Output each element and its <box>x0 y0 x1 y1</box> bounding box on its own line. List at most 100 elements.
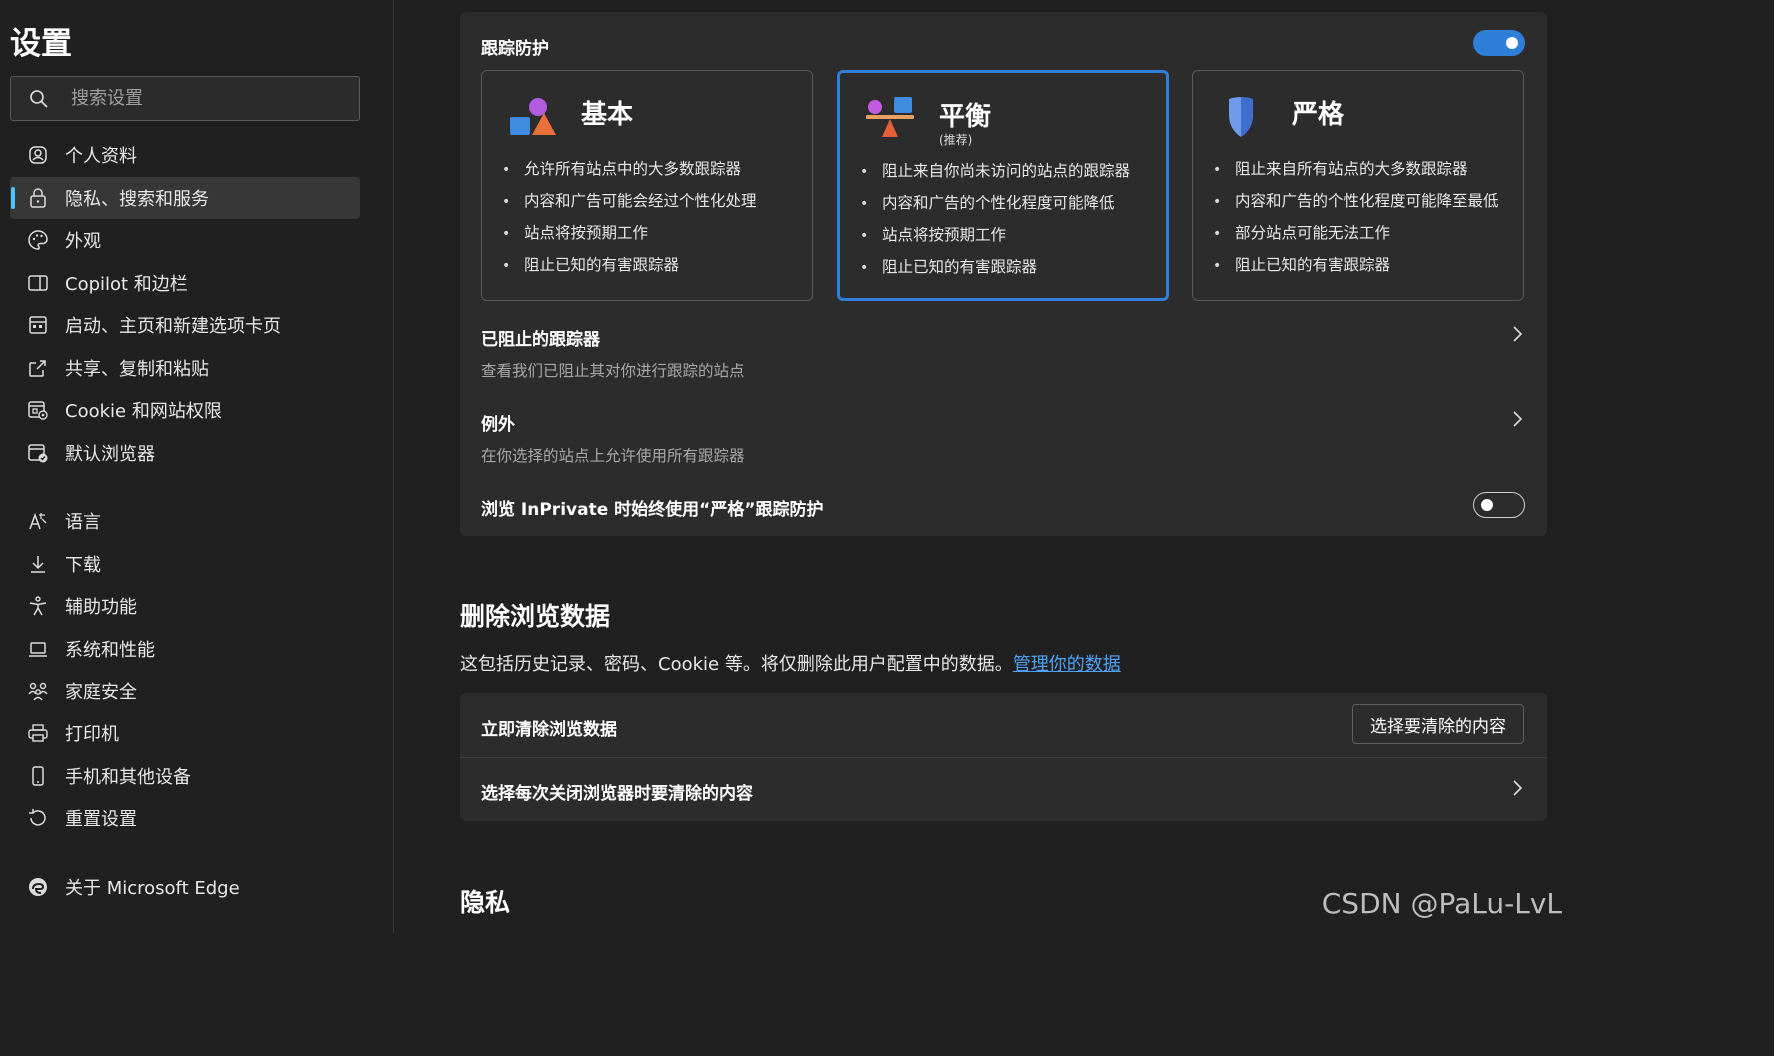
sidebar-item-system[interactable]: 系统和性能 <box>10 628 360 670</box>
tracking-title: 跟踪防护 <box>481 39 549 59</box>
clear-data-desc: 这包括历史记录、密码、Cookie 等。将仅删除此用户配置中的数据。管理你的数据 <box>460 650 1121 676</box>
chevron-right-icon[interactable] <box>1510 409 1524 429</box>
lock-icon <box>30 188 46 208</box>
sidebar-item-label: 外观 <box>65 231 101 252</box>
sidebar-item-copilot[interactable]: Copilot 和边栏 <box>10 262 360 304</box>
bullet-item: 站点将按预期工作 <box>502 217 757 249</box>
level-title: 平衡 <box>939 102 992 132</box>
exceptions-title: 例外 <box>481 415 515 435</box>
family-icon <box>28 682 48 701</box>
tracking-prevention-card: 跟踪防护 基本 允许所有站点中的大多数跟踪器 内容和广告可能会经过个性化处理 站… <box>460 12 1547 536</box>
tracking-toggle[interactable] <box>1473 30 1525 56</box>
phone-icon <box>32 766 44 786</box>
sidebar-item-privacy[interactable]: 隐私、搜索和服务 <box>10 177 360 219</box>
sidebar-item-startup[interactable]: 启动、主页和新建选项卡页 <box>10 304 360 346</box>
sidebar-item-share[interactable]: 共享、复制和粘贴 <box>10 347 360 389</box>
printer-icon <box>28 724 48 742</box>
sidebar-item-language[interactable]: 语言 <box>10 500 360 542</box>
download-icon <box>31 556 45 573</box>
palette-icon <box>28 230 48 250</box>
sidebar-item-label: 启动、主页和新建选项卡页 <box>65 316 281 337</box>
bullet-item: 站点将按预期工作 <box>860 219 1130 251</box>
level-basic-card[interactable]: 基本 允许所有站点中的大多数跟踪器 内容和广告可能会经过个性化处理 站点将按预期… <box>481 70 813 301</box>
sidebar-item-label: 默认浏览器 <box>65 444 155 465</box>
privacy-heading: 隐私 <box>460 888 511 917</box>
sidebar-item-profile[interactable]: 个人资料 <box>10 134 360 176</box>
edge-logo-icon <box>29 878 47 896</box>
divider <box>460 757 1547 758</box>
sidebar-item-label: 重置设置 <box>65 809 137 830</box>
bullet-item: 允许所有站点中的大多数跟踪器 <box>502 153 757 185</box>
language-icon <box>29 512 47 530</box>
clear-data-desc-text: 这包括历史记录、密码、Cookie 等。将仅删除此用户配置中的数据。 <box>460 654 1013 675</box>
basic-shapes-icon <box>510 98 556 135</box>
level-bullets: 阻止来自所有站点的大多数跟踪器 内容和广告的个性化程度可能降至最低 部分站点可能… <box>1213 153 1499 281</box>
sidebar-title: 设置 <box>10 26 72 62</box>
clear-data-card: 立即清除浏览数据 选择要清除的内容 选择每次关闭浏览器时要清除的内容 <box>460 693 1547 821</box>
level-title: 基本 <box>581 100 634 130</box>
exceptions-desc: 在你选择的站点上允许使用所有跟踪器 <box>481 447 745 465</box>
bullet-item: 阻止已知的有害跟踪器 <box>1213 249 1499 281</box>
chevron-right-icon[interactable] <box>1510 778 1524 798</box>
search-box[interactable] <box>10 76 360 121</box>
sidebar-item-downloads[interactable]: 下载 <box>10 543 360 585</box>
settings-sidebar: 设置 个人资料 隐私、搜索和服务 外观 Copilot 和边栏 启动、主页和新建… <box>0 0 394 933</box>
level-strict-card[interactable]: 严格 阻止来自所有站点的大多数跟踪器 内容和广告的个性化程度可能降至最低 部分站… <box>1192 70 1524 301</box>
level-title: 严格 <box>1292 100 1345 130</box>
bullet-item: 部分站点可能无法工作 <box>1213 217 1499 249</box>
sidebar-item-label: 辅助功能 <box>65 597 137 618</box>
sidebar-item-label: 系统和性能 <box>65 640 155 661</box>
clear-now-title: 立即清除浏览数据 <box>481 720 617 740</box>
sidebar-item-reset[interactable]: 重置设置 <box>10 797 360 839</box>
blocked-trackers-title: 已阻止的跟踪器 <box>481 330 600 350</box>
inprivate-strict-label: 浏览 InPrivate 时始终使用“严格”跟踪防护 <box>481 500 824 520</box>
choose-what-to-clear-button[interactable]: 选择要清除的内容 <box>1352 704 1524 744</box>
level-bullets: 允许所有站点中的大多数跟踪器 内容和广告可能会经过个性化处理 站点将按预期工作 … <box>502 153 757 281</box>
level-bullets: 阻止来自你尚未访问的站点的跟踪器 内容和广告的个性化程度可能降低 站点将按预期工… <box>860 155 1130 283</box>
sidebar-item-cookies[interactable]: Cookie 和网站权限 <box>10 389 360 431</box>
chevron-right-icon[interactable] <box>1510 324 1524 344</box>
clear-data-heading: 删除浏览数据 <box>460 602 611 631</box>
sidebar-item-printers[interactable]: 打印机 <box>10 712 360 754</box>
sidebar-item-label: Copilot 和边栏 <box>65 274 188 295</box>
home-tabs-icon <box>29 316 47 334</box>
bullet-item: 内容和广告的个性化程度可能降至最低 <box>1213 185 1499 217</box>
sidebar-icon <box>28 275 48 291</box>
sidebar-item-family[interactable]: 家庭安全 <box>10 670 360 712</box>
search-input[interactable] <box>69 87 333 110</box>
sidebar-item-label: 打印机 <box>65 724 119 745</box>
bullet-item: 阻止已知的有害跟踪器 <box>860 251 1130 283</box>
reset-icon <box>29 809 46 826</box>
bullet-item: 内容和广告的个性化程度可能降低 <box>860 187 1130 219</box>
level-subtitle: (推荐) <box>939 133 973 147</box>
level-balanced-card[interactable]: 平衡 (推荐) 阻止来自你尚未访问的站点的跟踪器 内容和广告的个性化程度可能降低… <box>837 70 1169 301</box>
sidebar-item-default-browser[interactable]: 默认浏览器 <box>10 432 360 474</box>
default-browser-icon <box>28 444 48 463</box>
share-icon <box>29 360 46 377</box>
sidebar-item-label: 语言 <box>65 512 101 533</box>
sidebar-item-appearance[interactable]: 外观 <box>10 219 360 261</box>
sidebar-item-label: 共享、复制和粘贴 <box>65 359 209 380</box>
accessibility-icon <box>29 596 47 616</box>
blocked-trackers-desc: 查看我们已阻止其对你进行跟踪的站点 <box>481 362 745 380</box>
bullet-item: 阻止已知的有害跟踪器 <box>502 249 757 281</box>
clear-on-close-title: 选择每次关闭浏览器时要清除的内容 <box>481 784 753 804</box>
inprivate-strict-toggle[interactable] <box>1473 492 1525 518</box>
profile-icon <box>29 146 47 164</box>
bullet-item: 阻止来自你尚未访问的站点的跟踪器 <box>860 155 1130 187</box>
sidebar-item-label: 关于 Microsoft Edge <box>65 878 240 899</box>
sidebar-item-accessibility[interactable]: 辅助功能 <box>10 585 360 627</box>
watermark: CSDN @PaLu-LvL <box>1321 887 1562 920</box>
sidebar-item-label: 家庭安全 <box>65 682 137 703</box>
bullet-item: 阻止来自所有站点的大多数跟踪器 <box>1213 153 1499 185</box>
manage-data-link[interactable]: 管理你的数据 <box>1013 654 1121 675</box>
balance-icon <box>866 97 914 137</box>
sidebar-item-phone[interactable]: 手机和其他设备 <box>10 755 360 797</box>
sidebar-item-about[interactable]: 关于 Microsoft Edge <box>10 866 360 908</box>
bullet-item: 内容和广告可能会经过个性化处理 <box>502 185 757 217</box>
search-icon <box>30 89 48 108</box>
site-permissions-icon <box>28 401 48 420</box>
sidebar-item-label: Cookie 和网站权限 <box>65 401 222 422</box>
sidebar-item-label: 手机和其他设备 <box>65 767 191 788</box>
laptop-icon <box>29 642 47 657</box>
